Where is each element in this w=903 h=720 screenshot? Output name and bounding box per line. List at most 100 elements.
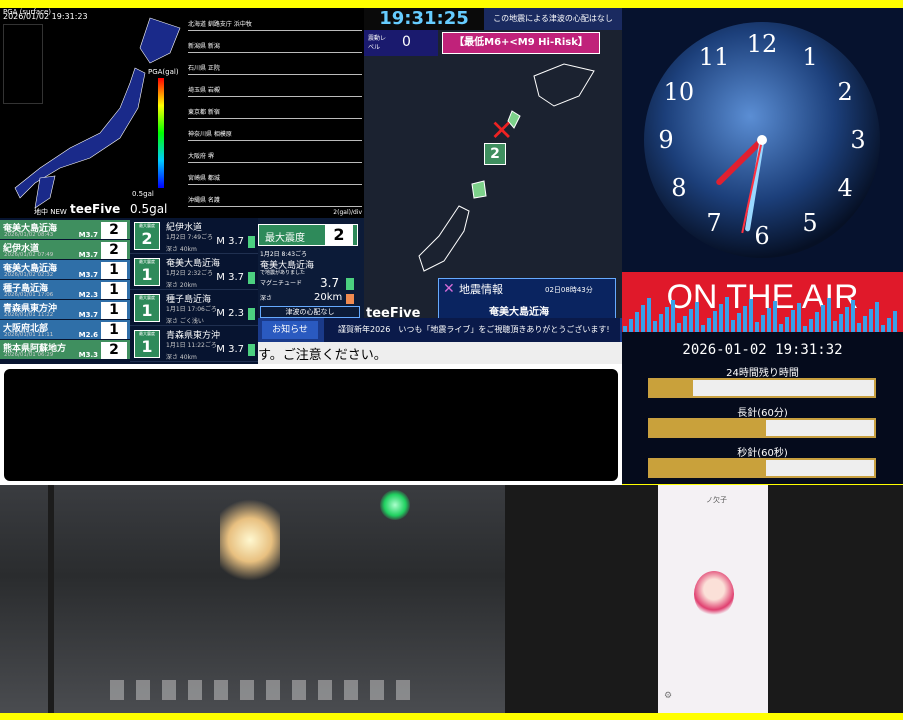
card-depth: 深さ ごく浅い <box>166 318 204 325</box>
onair-panel: ON THE AIR 2026-01-02 19:31:32 24時間残り時間長… <box>622 272 903 484</box>
quake-history-row[interactable]: 種子島近海 2026/01/01 17:06 M2.3 1 <box>0 280 130 300</box>
waveform-trace <box>188 162 362 163</box>
row-magnitude: M2.6 <box>78 331 98 339</box>
visualizer-bar <box>773 301 777 332</box>
waveform-trace <box>188 206 362 207</box>
visualizer-bar <box>665 307 669 332</box>
clock-number: 6 <box>754 222 769 250</box>
visualizer-bar <box>857 323 861 332</box>
quake-history-row[interactable]: 熊本県阿蘇地方 2026/01/01 06:29 M3.3 2 <box>0 340 130 360</box>
analog-clock: 12 12 3 45 6 78 9 1011 <box>644 22 880 258</box>
pga-footer: 地中 NEW <box>34 208 67 216</box>
empty-area <box>505 485 658 713</box>
phone-settings-icon[interactable]: ⚙ <box>664 691 672 701</box>
waveform-trace <box>188 140 362 141</box>
visualizer-bar <box>713 311 717 332</box>
station-label: 北海道 釧路支庁 浜中牧 <box>188 21 252 28</box>
quake-card[interactable]: 最大震度 2 紀伊水道 1月2日 7:49ごろ 深さ 40km M 3.7 <box>130 218 258 254</box>
row-magnitude: M3.7 <box>78 311 98 319</box>
analog-clock-panel: 12 1 2 3 4 5 6 7 8 9 10 11 <box>622 8 903 272</box>
visualizer-bar <box>803 326 807 332</box>
row-magnitude: M3.7 <box>78 251 98 259</box>
ticker-text: す。ご注意ください。 <box>258 348 387 363</box>
card-depth: 深さ 20km <box>166 282 197 289</box>
quake-card[interactable]: 最大震度 1 種子島近海 1月1日 17:06ごろ 深さ ごく浅い M 2.3 <box>130 290 258 326</box>
level-box: 震動レベル 0 <box>364 30 438 56</box>
empty-area-right <box>768 485 903 713</box>
visualizer-bar <box>731 320 735 332</box>
card-mag-bar <box>248 308 255 320</box>
quake-history-row[interactable]: 奄美大島近海 2026/01/02 08:43 M3.7 2 <box>0 220 130 240</box>
visualizer-bar <box>647 298 651 332</box>
visualizer-bar <box>755 322 759 332</box>
eew-time: 19:31:25 <box>364 8 484 30</box>
row-shindo: 2 <box>101 342 127 359</box>
row-shindo: 1 <box>101 302 127 319</box>
clock-number: 5 <box>802 209 817 237</box>
visualizer-bar <box>821 305 825 332</box>
card-badge: 最大震度 2 <box>134 222 160 250</box>
station-label: 石川県 正院 <box>188 65 220 72</box>
street-light <box>220 495 280 585</box>
latest-quake-panel: 最大震度 2 1月2日 8:43ごろ 奄美大島近海 で地震がありました マグニチ… <box>258 218 364 318</box>
quake-history-row[interactable]: 青森県東方沖 2026/01/01 11:22 M3.7 1 <box>0 300 130 320</box>
visualizer-bar <box>839 314 843 332</box>
info-time: 02日08時43分 <box>545 286 593 294</box>
level-label: 震動レベル <box>368 35 387 51</box>
ticker-bar: す。ご注意ください。 <box>258 342 622 364</box>
card-when: 1月1日 11:22ごろ <box>166 342 217 349</box>
max-shindo-box: 最大震度 2 <box>258 224 358 246</box>
phone-screen: ノ欠子 ⚙ <box>658 485 768 713</box>
station-label: 沖縄県 名護 <box>188 197 220 204</box>
row-datetime: 2026/01/01 11:22 <box>4 312 54 318</box>
avatar <box>694 571 734 617</box>
pga-scale-value: 0.5gal <box>130 202 168 216</box>
card-badge: 最大震度 1 <box>134 258 160 286</box>
quake-history-row[interactable]: 紀伊水道 2026/01/02 07:49 M3.7 2 <box>0 240 130 260</box>
card-when: 1月2日 7:49ごろ <box>166 234 214 241</box>
visualizer-bar <box>671 300 675 332</box>
station-label: 大阪府 堺 <box>188 153 214 160</box>
audio-visualizer <box>622 292 903 332</box>
quake-card[interactable]: 最大震度 1 奄美大島近海 1月2日 2:32ごろ 深さ 20km M 3.7 <box>130 254 258 290</box>
mag-label: マグニチュード <box>260 280 303 287</box>
card-mag: M 3.7 <box>216 344 244 355</box>
station-label: 新潟県 新潟 <box>188 43 220 50</box>
station-label: 宮崎県 都城 <box>188 175 220 182</box>
clock-number: 8 <box>671 174 686 202</box>
pga-map-panel: PGA (surface) 2026/01/02 19:31:23 PGA(ga… <box>0 8 186 218</box>
clock-number: 2 <box>837 78 852 106</box>
visualizer-bar <box>791 310 795 332</box>
waveform-trace <box>188 30 362 31</box>
visualizer-bar <box>629 319 633 332</box>
visualizer-bar <box>869 309 873 332</box>
row-datetime: 2026/01/01 06:29 <box>4 352 54 358</box>
pole <box>48 485 54 713</box>
quake-card[interactable]: 最大震度 1 青森県東方沖 1月1日 11:22ごろ 深さ 40km M 3.7 <box>130 326 258 362</box>
visualizer-bar <box>677 323 681 332</box>
visualizer-bar <box>635 312 639 332</box>
info-title: 地震情報 <box>459 283 503 296</box>
visualizer-bar <box>689 309 693 332</box>
max-shindo-value: 2 <box>325 225 353 245</box>
traffic-light <box>380 490 410 520</box>
visualizer-bar <box>809 319 813 332</box>
row-magnitude: M3.7 <box>78 231 98 239</box>
pga-scale-small: 0.5gal <box>132 190 154 198</box>
card-when: 1月1日 17:06ごろ <box>166 306 217 313</box>
visualizer-bar <box>701 325 705 332</box>
card-mag: M 3.7 <box>216 272 244 283</box>
card-shindo: 1 <box>141 301 153 320</box>
visualizer-bar <box>797 303 801 332</box>
quake-info-card: ✕ 地震情報 02日08時43分 奄美大島近海 <box>438 278 616 322</box>
quake-history-row[interactable]: 大阪府北部 2026/01/01 11:11 M2.6 1 <box>0 320 130 340</box>
card-mag-bar <box>248 236 255 248</box>
quake-history-row[interactable]: 奄美大島近海 2026/01/02 02:32 M3.7 1 <box>0 260 130 280</box>
card-mag: M 3.7 <box>216 236 244 247</box>
notice-bar: お知らせ 謹賀新年2026 いつも「地震ライブ」をご視聴頂きありがとうございます… <box>258 318 622 342</box>
visualizer-bar <box>845 307 849 332</box>
station-label: 東京都 新宿 <box>188 109 220 116</box>
visualizer-bar <box>875 302 879 332</box>
visualizer-bar <box>623 326 627 332</box>
progress-label: 長針(60分) <box>737 408 788 419</box>
